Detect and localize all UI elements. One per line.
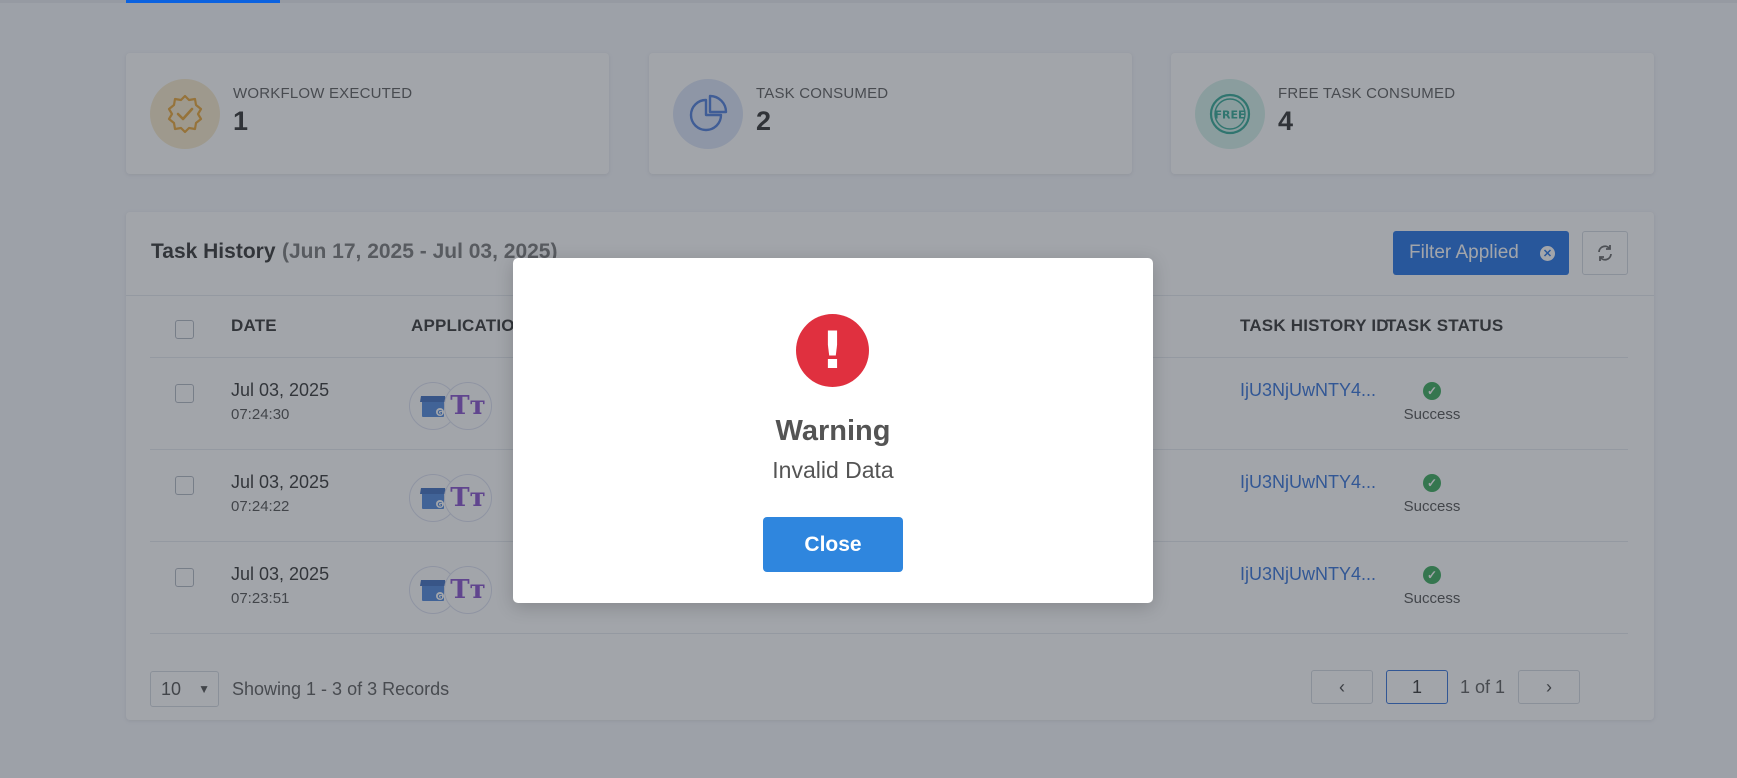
dialog-title: Warning <box>775 415 891 447</box>
warning-icon: ! <box>796 314 869 387</box>
dialog-message: Invalid Data <box>772 457 894 483</box>
page: WORKFLOW EXECUTED 1 TASK CONSUMED 2 FREE… <box>0 0 1737 778</box>
close-button[interactable]: Close <box>763 517 903 572</box>
active-tab-indicator <box>126 0 280 3</box>
warning-dialog: ! Warning Invalid Data Close <box>513 258 1153 603</box>
